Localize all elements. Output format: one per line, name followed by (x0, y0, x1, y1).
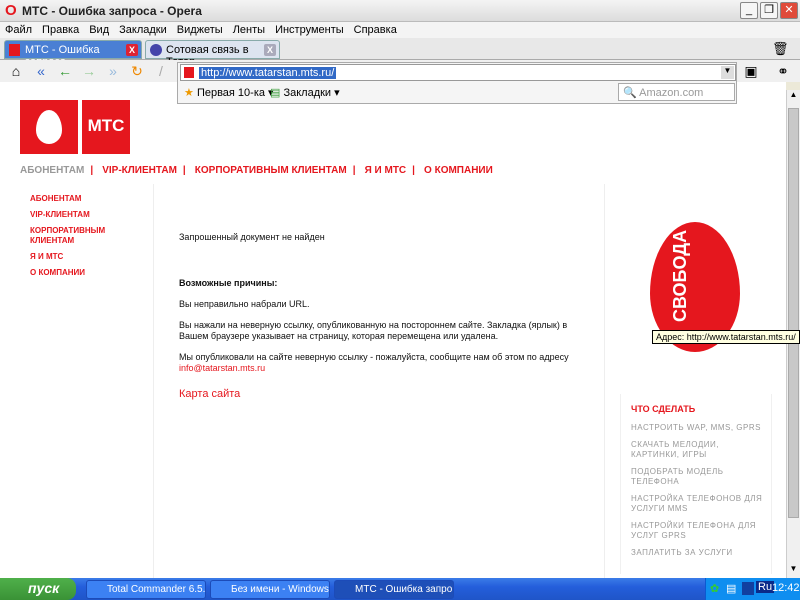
tab-bar: МТС - Ошибка запроса X Сотовая связь в Т… (0, 38, 800, 68)
address-dropdown: http://www.tatarstan.mts.ru/ ▼ ★ Первая … (177, 62, 737, 104)
task-paint[interactable]: Без имени - Windows... (210, 580, 330, 599)
leftnav-vip[interactable]: VIP-КЛИЕНТАМ (30, 210, 140, 220)
search-icon: 🔍 (623, 87, 637, 99)
search-placeholder: Amazon.com (639, 87, 704, 99)
egg-icon (36, 110, 62, 144)
scroll-thumb[interactable] (788, 108, 799, 518)
address-input[interactable]: http://www.tatarstan.mts.ru/ ▼ (180, 64, 736, 81)
user-icon[interactable]: ▣ (742, 62, 760, 80)
reload-icon[interactable]: ↻ (128, 62, 146, 80)
topnav-me-and-mts[interactable]: Я И МТС (365, 165, 407, 176)
close-tab-icon[interactable]: X (264, 44, 276, 56)
system-tray: ✿ ▤ Ru 12:42 (705, 578, 800, 600)
taskbar: пуск Total Commander 6.5... Без имени - … (0, 578, 800, 600)
home-icon[interactable]: ⌂ (7, 62, 25, 80)
task-total-commander[interactable]: Total Commander 6.5... (86, 580, 206, 599)
first10-button[interactable]: ★ Первая 10-ка ▾ (184, 86, 274, 99)
menu-feeds[interactable]: Ленты (228, 22, 270, 38)
first10-label: Первая 10-ка (196, 87, 265, 99)
sitemap-link[interactable]: Карта сайта (179, 388, 594, 400)
clock: 12:42 (772, 582, 800, 594)
close-tab-icon[interactable]: X (126, 44, 138, 56)
reason-3: Мы опубликовали на сайте неверную ссылку… (179, 352, 569, 362)
web-page: МТС АБОНЕНТАМ | VIP-КЛИЕНТАМ | КОРПОРАТИВН… (0, 82, 800, 578)
rewind-icon[interactable]: « (32, 62, 50, 80)
leftnav-subscribers[interactable]: АБОНЕНТАМ (30, 194, 140, 204)
start-label: пуск (28, 580, 60, 596)
scroll-down-icon[interactable]: ▼ (787, 564, 800, 578)
menu-view[interactable]: Вид (84, 22, 114, 38)
link-tooltip: Адрес: http://www.tatarstan.mts.ru/ (652, 330, 800, 344)
todo-pay[interactable]: ЗАПЛАТИТЬ ЗА УСЛУГИ (631, 548, 766, 558)
leftnav-me-and-mts[interactable]: Я И МТС (30, 252, 140, 262)
mts-favicon (184, 67, 194, 78)
forward-icon[interactable]: → (80, 62, 98, 80)
window-title: МТС - Ошибка запроса - Opera (22, 4, 202, 18)
maximize-button[interactable]: ❐ (760, 2, 778, 19)
reasons-heading: Возможные причины: (179, 278, 278, 288)
reason-2: Вы нажали на неверную ссылку, опубликова… (179, 320, 568, 341)
todo-choose-phone[interactable]: ПОДОБРАТЬ МОДЕЛЬ ТЕЛЕФОНА (631, 467, 766, 487)
close-button[interactable]: ✕ (780, 2, 798, 19)
divider (604, 184, 605, 578)
task-label: Без имени - Windows... (231, 584, 330, 595)
todo-title: ЧТО СДЕЛАТЬ (631, 404, 696, 414)
task-label: Total Commander 6.5... (107, 584, 206, 595)
not-found-message: Запрошенный документ не найден (179, 232, 325, 242)
top-navigation: АБОНЕНТАМ | VIP-КЛИЕНТАМ | КОРПОРАТИВНЫМ К… (20, 165, 493, 176)
reason-1: Вы неправильно набрали URL. (179, 299, 310, 309)
bookmarks-label: Закладки (283, 87, 332, 99)
leftnav-about[interactable]: О КОМПАНИИ (30, 268, 140, 278)
zoom-glasses-icon[interactable]: ⚭ (774, 62, 792, 80)
menu-help[interactable]: Справка (349, 22, 402, 38)
opera-icon: O (5, 2, 17, 19)
topnav-vip[interactable]: VIP-КЛИЕНТАМ (102, 165, 177, 176)
menu-edit[interactable]: Правка (37, 22, 84, 38)
address-url: http://www.tatarstan.mts.ru/ (199, 67, 337, 79)
topnav-about[interactable]: О КОМПАНИИ (424, 165, 493, 176)
todo-panel: ЧТО СДЕЛАТЬ НАСТРОИТЬ WAP, MMS, GPRS СКА… (620, 394, 772, 574)
tab-tatarstan[interactable]: Сотовая связь в Татар... X (145, 40, 280, 68)
info-favicon (150, 44, 162, 56)
menu-widgets[interactable]: Виджеты (172, 22, 228, 38)
email-link[interactable]: info@tatarstan.mts.ru (179, 363, 265, 373)
back-icon[interactable]: ← (56, 62, 74, 80)
search-input[interactable]: 🔍 Amazon.com (618, 83, 735, 101)
promo-text: СВОБОДА (670, 229, 690, 322)
menu-bookmarks[interactable]: Закладки (114, 22, 172, 38)
bookmarks-button[interactable]: ▤ Закладки ▾ (270, 86, 340, 99)
menu-bar: Файл Правка Вид Закладки Виджеты Ленты Инструм… (0, 22, 800, 38)
task-opera[interactable]: МТС - Ошибка запро... (334, 580, 454, 599)
network-icon[interactable]: ▤ (726, 582, 736, 595)
mts-favicon (9, 44, 20, 56)
app-icon[interactable] (742, 582, 754, 595)
bookmark-icon: ▤ (270, 87, 281, 99)
mts-logo-egg (20, 100, 78, 154)
star-icon: ★ (184, 87, 194, 99)
fast-forward-icon[interactable]: » (104, 62, 122, 80)
menu-file[interactable]: Файл (0, 22, 37, 38)
icq-icon[interactable]: ✿ (710, 582, 719, 595)
error-content: Запрошенный документ не найден Возможные… (179, 232, 594, 400)
task-label: МТС - Ошибка запро... (355, 584, 454, 595)
topnav-subscribers[interactable]: АБОНЕНТАМ (20, 165, 84, 176)
scroll-up-icon[interactable]: ▲ (787, 90, 800, 104)
todo-mms-setup[interactable]: НАСТРОЙКА ТЕЛЕФОНОВ ДЛЯ УСЛУГИ MMS (631, 494, 766, 514)
tab-mts-error[interactable]: МТС - Ошибка запроса X (4, 40, 142, 68)
minimize-button[interactable]: _ (740, 2, 758, 19)
todo-gprs-setup[interactable]: НАСТРОЙКИ ТЕЛЕФОНА ДЛЯ УСЛУГ GPRS (631, 521, 766, 541)
trash-icon[interactable]: 🗑 (772, 41, 789, 57)
mts-logo-text: МТС (82, 100, 130, 154)
topnav-corporate[interactable]: КОРПОРАТИВНЫМ КЛИЕНТАМ (195, 165, 347, 176)
left-navigation: АБОНЕНТАМ VIP-КЛИЕНТАМ КОРПОРАТИВНЫМ КЛИ… (30, 194, 140, 284)
title-bar: O МТС - Ошибка запроса - Opera _ ❐ ✕ (0, 0, 800, 22)
chevron-down-icon[interactable]: ▼ (721, 66, 734, 79)
start-button[interactable]: пуск (0, 578, 76, 600)
todo-download[interactable]: СКАЧАТЬ МЕЛОДИИ, КАРТИНКИ, ИГРЫ (631, 440, 766, 460)
menu-tools[interactable]: Инструменты (270, 22, 349, 38)
todo-setup-wap[interactable]: НАСТРОИТЬ WAP, MMS, GPRS (631, 423, 766, 433)
edit-icon[interactable]: / (152, 62, 170, 80)
leftnav-corporate[interactable]: КОРПОРАТИВНЫМ КЛИЕНТАМ (30, 226, 140, 246)
